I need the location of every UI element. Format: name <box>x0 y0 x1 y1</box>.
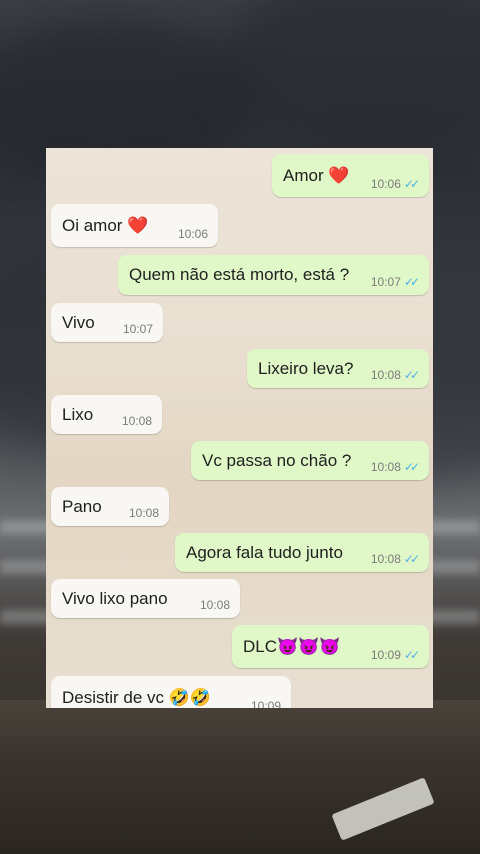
message-meta: 10:08 <box>122 414 152 428</box>
message-text: Amor ❤️ <box>283 165 350 185</box>
message-meta: 10:06 <box>178 227 208 241</box>
message-text: Oi amor ❤️ <box>62 215 149 235</box>
message-bubble-incoming[interactable]: Lixo 10:08 <box>51 395 162 434</box>
read-receipt-icon: ✓✓ <box>403 552 420 566</box>
message-meta: 10:07 <box>123 322 153 336</box>
message-time: 10:06 <box>370 177 401 191</box>
message-bubble-outgoing[interactable]: Lixeiro leva? 10:08 ✓✓ <box>247 349 429 388</box>
message-time: 10:08 <box>199 598 230 612</box>
message-text: Desistir de vc 🤣🤣 <box>62 687 212 707</box>
read-receipt-icon: ✓✓ <box>403 648 420 662</box>
read-receipt-icon: ✓✓ <box>403 460 420 474</box>
message-time: 10:08 <box>370 552 401 566</box>
message-text: Lixeiro leva? <box>258 358 354 378</box>
message-text: Pano <box>62 496 102 516</box>
message-text: Agora fala tudo junto <box>186 542 343 562</box>
message-meta: 10:08 ✓✓ <box>370 368 420 382</box>
message-bubble-outgoing[interactable]: Amor ❤️ 10:06 ✓✓ <box>272 154 429 197</box>
read-receipt-icon: ✓✓ <box>403 275 420 289</box>
message-text: DLC😈😈😈 <box>243 636 341 656</box>
message-time: 10:07 <box>122 322 153 336</box>
message-meta: 10:09 ✓✓ <box>370 648 420 662</box>
message-bubble-incoming[interactable]: Desistir de vc 🤣🤣 10:09 <box>51 676 291 708</box>
message-time: 10:09 <box>370 648 401 662</box>
message-meta: 10:08 ✓✓ <box>370 460 420 474</box>
read-receipt-icon: ✓✓ <box>403 177 420 191</box>
message-time: 10:07 <box>370 275 401 289</box>
message-bubble-incoming[interactable]: Pano 10:08 <box>51 487 169 526</box>
message-time: 10:08 <box>128 506 159 520</box>
message-meta: 10:08 <box>129 506 159 520</box>
message-meta: 10:06 ✓✓ <box>370 177 420 191</box>
message-meta: 10:08 <box>200 598 230 612</box>
chat-screenshot: Amor ❤️ 10:06 ✓✓ Oi amor ❤️ 10:06 Quem nã… <box>46 148 433 708</box>
message-time: 10:09 <box>250 699 281 708</box>
message-bubble-outgoing[interactable]: Quem não está morto, está ? 10:07 ✓✓ <box>118 255 429 295</box>
message-text: Quem não está morto, está ? <box>129 265 350 284</box>
message-text: Vc passa no chão ? <box>202 450 352 470</box>
message-text: Vivo lixo pano <box>62 588 168 608</box>
message-time: 10:06 <box>177 227 208 241</box>
message-bubble-incoming[interactable]: Oi amor ❤️ 10:06 <box>51 204 218 247</box>
message-bubble-incoming[interactable]: Vivo 10:07 <box>51 303 163 342</box>
message-time: 10:08 <box>121 414 152 428</box>
message-bubble-outgoing[interactable]: DLC😈😈😈 10:09 ✓✓ <box>232 625 429 668</box>
message-bubble-outgoing[interactable]: Agora fala tudo junto 10:08 ✓✓ <box>175 533 429 572</box>
message-time: 10:08 <box>370 460 401 474</box>
message-bubble-incoming[interactable]: Vivo lixo pano 10:08 <box>51 579 240 618</box>
message-bubble-outgoing[interactable]: Vc passa no chão ? 10:08 ✓✓ <box>191 441 429 480</box>
message-text: Vivo <box>62 312 95 332</box>
message-time: 10:08 <box>370 368 401 382</box>
message-meta: 10:08 ✓✓ <box>370 552 420 566</box>
message-text: Lixo <box>62 404 94 424</box>
message-meta: 10:07 ✓✓ <box>370 275 420 289</box>
read-receipt-icon: ✓✓ <box>403 368 420 382</box>
message-meta: 10:09 <box>251 699 281 708</box>
